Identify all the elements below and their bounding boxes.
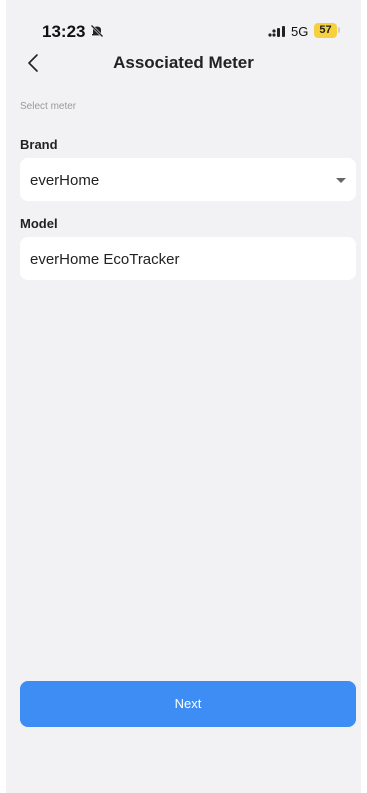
status-time: 13:23 bbox=[42, 22, 86, 41]
model-field[interactable]: everHome EcoTracker bbox=[20, 237, 356, 280]
battery-tip bbox=[338, 27, 340, 33]
dropdown-caret-icon bbox=[336, 178, 346, 183]
page-title: Associated Meter bbox=[113, 53, 254, 72]
status-bar: 13:23 5G 57 bbox=[6, 0, 361, 44]
brand-value: everHome bbox=[30, 172, 100, 189]
section-label: Select meter bbox=[20, 101, 77, 112]
brand-dropdown[interactable]: everHome bbox=[20, 158, 356, 201]
bell-muted-icon bbox=[90, 24, 104, 43]
screen: 13:23 5G 57 Associated Meter Select mete… bbox=[6, 0, 361, 793]
network-type: 5G bbox=[291, 24, 309, 39]
model-label: Model bbox=[20, 216, 58, 231]
next-button[interactable]: Next bbox=[20, 681, 356, 727]
model-value: everHome EcoTracker bbox=[30, 251, 180, 268]
battery-indicator: 57 bbox=[314, 23, 337, 38]
signal-icon bbox=[268, 25, 288, 43]
brand-label: Brand bbox=[20, 137, 58, 152]
